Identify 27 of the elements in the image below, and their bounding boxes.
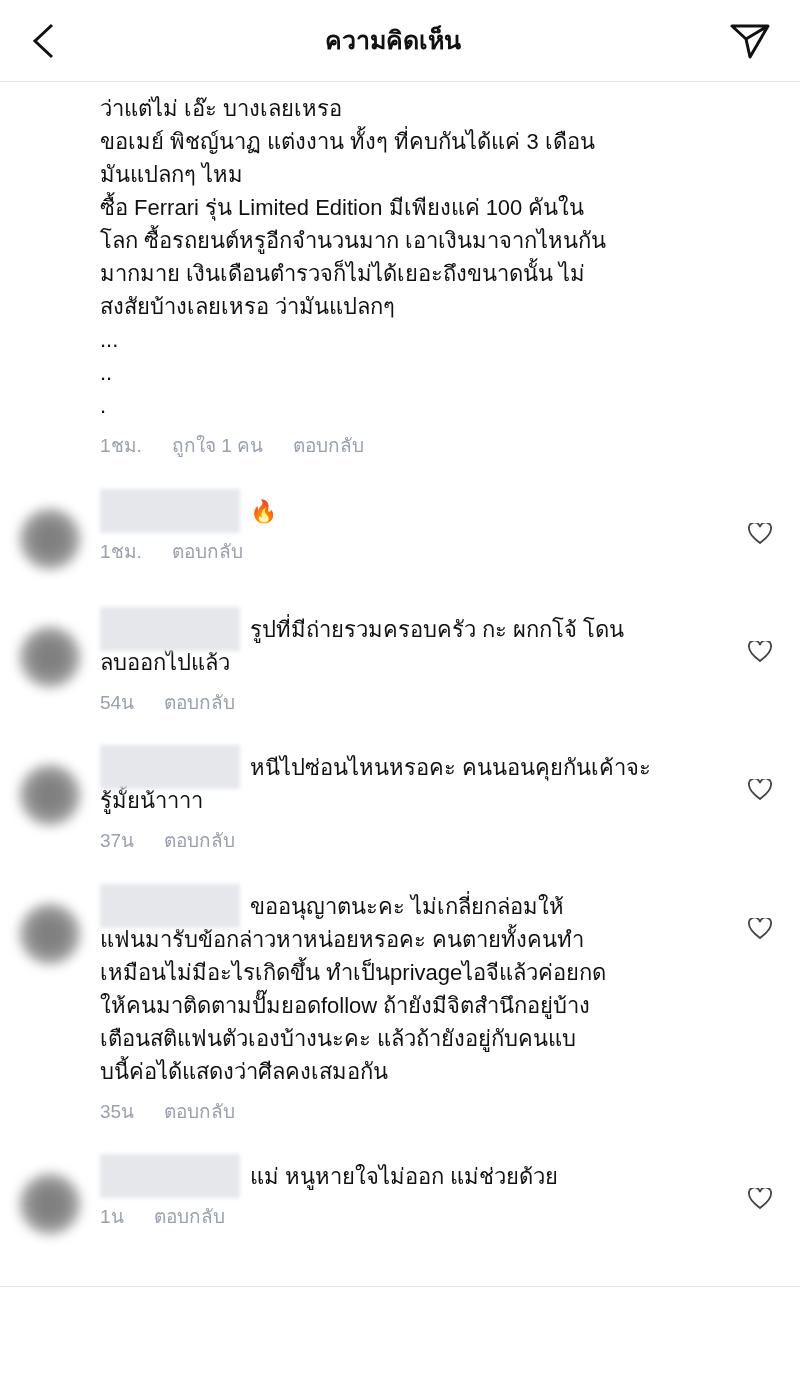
reply-link[interactable]: ตอบกลับ xyxy=(164,688,236,717)
comment-text: แม่ หนูหายใจไม่ออก แม่ช่วยด้วย xyxy=(249,1163,560,1192)
comment-text: หนีไปซ่อนไหนหรอคะ คนนอนคุยกันเค้าจะ รู้มั้ยน้าาาา xyxy=(100,754,653,816)
comment-text: ขออนุญาตนะคะ ไม่เกลี่ยกล่อมให้ แฟนมารับข้อกล่าวหาหน่อยหรอคะ คนตายทั้งคนทำ เหมือนไม่มีอะไรเกิดขึ้น ทำเป็นprivageไอจีแล้วค่อยกด ให้คนมาติดตามปั๊มยอดfollow ถ้ายังมีจิตสำนึกอยู่บ้าง เตือนสติแฟนตัวเองบ้างนะคะ แล้วถ้ายังอยู่กับคนแบ บนี้ค่อได้แสดงว่าศีลคงเสมอกัน xyxy=(100,890,608,1086)
reply-link[interactable]: ตอบกลับ xyxy=(164,1097,236,1126)
likes-count[interactable]: ถูกใจ 1 คน xyxy=(171,432,263,461)
heart-icon[interactable] xyxy=(748,779,772,801)
comment-text: ว่าแต่ไม่ เอ๊ะ บางเลยเหรอ ขอเมย์ พิชญ์นาฏ แต่งงาน ทั้งๆ ที่คบกันได้แค่ 3 เดือน มันแปลกๆ ไหม ซื้อ Ferrari รุ่น Limited Edition มีเพียงแค่ 100 คันใน โลก ซื้อรถยนต์หรูอีกจำนวนมาก เอาเงินมาจากไหนกัน มากมาย เงินเดือนตำรวจก็ไม่ได้เยอะถึงขนาดนั้น ไม่ สงสัยบ้างเลยเหรอ ว่ามันแปลกๆ ... .. . xyxy=(100,95,608,420)
page-title: ความคิดเห็น xyxy=(325,24,461,56)
comment-text: รูปที่มีถ่ายรวมครอบครัว กะ ผกกโจ้ โดน ลบออกไปแล้ว xyxy=(100,613,626,677)
comment-time: 1น xyxy=(100,1205,124,1229)
comment-text: 🔥 xyxy=(249,497,278,526)
heart-icon[interactable] xyxy=(748,917,772,940)
comment-time: 1ชม. xyxy=(100,539,142,564)
comment-time: 37น xyxy=(100,829,135,853)
reply-link[interactable]: ตอบกลับ xyxy=(293,432,364,461)
reply-link[interactable]: ตอบกลับ xyxy=(164,827,236,856)
heart-icon[interactable] xyxy=(748,640,772,663)
back-icon[interactable] xyxy=(30,22,56,59)
comment-time: 1ชม. xyxy=(100,434,142,458)
reply-link[interactable]: ตอบกลับ xyxy=(171,537,243,566)
heart-icon[interactable] xyxy=(748,522,772,545)
heart-icon[interactable] xyxy=(748,1188,772,1210)
send-icon[interactable] xyxy=(730,22,770,59)
reply-link[interactable]: ตอบกลับ xyxy=(153,1203,225,1232)
comment-time: 54น xyxy=(100,690,135,715)
comment-time: 35น xyxy=(100,1099,135,1124)
